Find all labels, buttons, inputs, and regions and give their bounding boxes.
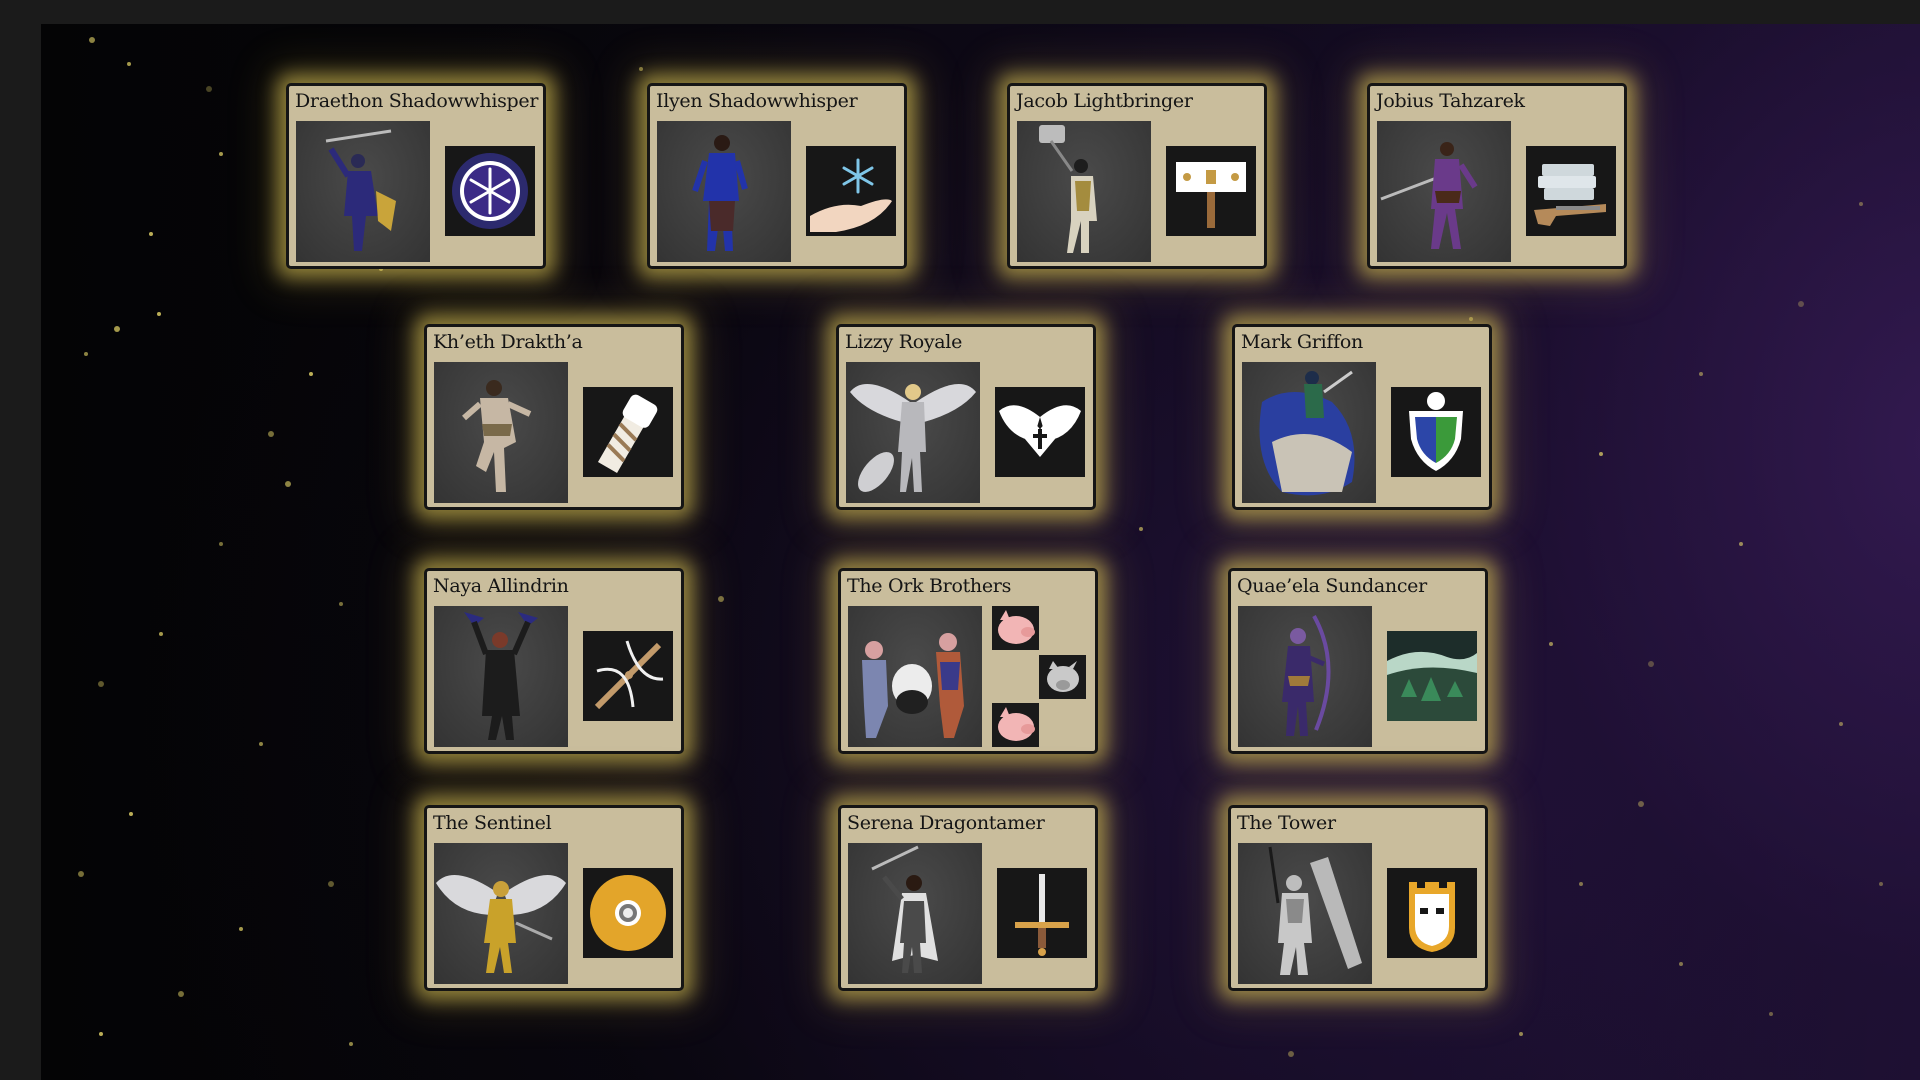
character-name: Ilyen Shadowwhisper <box>656 90 858 112</box>
golden-shield-disc-icon <box>583 868 673 958</box>
armored-swordsman-portrait <box>296 121 430 262</box>
crossbow-portrait <box>434 606 568 747</box>
character-name: Draethon Shadowwhisper <box>295 90 539 112</box>
books-and-musket-icon <box>1526 146 1616 236</box>
character-name: Serena Dragontamer <box>847 812 1045 834</box>
character-name: The Tower <box>1237 812 1336 834</box>
character-card[interactable]: Lizzy Royale <box>836 324 1096 510</box>
character-card[interactable]: Mark Griffon <box>1232 324 1492 510</box>
character-name: Jobius Tahzarek <box>1376 90 1525 112</box>
character-name: Naya Allindrin <box>433 575 569 597</box>
hand-snowflake-icon <box>806 146 896 236</box>
left-frame-bar <box>0 0 41 1080</box>
winged-paladin-portrait <box>846 362 980 503</box>
character-card[interactable]: Jobius Tahzarek <box>1367 83 1627 269</box>
character-name: Lizzy Royale <box>845 331 963 353</box>
character-name: The Sentinel <box>433 812 552 834</box>
winged-heart-cross-icon <box>995 387 1085 477</box>
griffon-rider-portrait <box>1242 362 1376 503</box>
archer-portrait <box>1238 606 1372 747</box>
blue-robed-portrait <box>657 121 791 262</box>
boar-head-icon <box>1039 655 1086 699</box>
character-name: Kh’eth Drakth’a <box>433 331 583 353</box>
character-card[interactable]: The Sentinel <box>424 805 684 991</box>
character-gallery: Draethon Shadowwhisper Ilyen Shadowwhisp… <box>41 24 1920 1080</box>
character-name: The Ork Brothers <box>847 575 1012 597</box>
pig-head-icon <box>992 703 1039 747</box>
warhammer-icon <box>1166 146 1256 236</box>
character-name: Quae’ela Sundancer <box>1237 575 1427 597</box>
swordswoman-portrait <box>848 843 982 984</box>
character-card[interactable]: The Tower <box>1228 805 1488 991</box>
greatsword-knight-portrait <box>1238 843 1372 984</box>
character-name: Mark Griffon <box>1241 331 1363 353</box>
character-card[interactable]: Ilyen Shadowwhisper <box>647 83 907 269</box>
wrapped-fist-icon <box>583 387 673 477</box>
pig-head-icon <box>992 606 1039 650</box>
upright-sword-icon <box>997 868 1087 958</box>
griffon-shield-icon <box>1391 387 1481 477</box>
rogue-portrait <box>1377 121 1511 262</box>
character-card[interactable]: Quae’ela Sundancer <box>1228 568 1488 754</box>
snowflake-circle-icon <box>445 146 535 236</box>
monk-portrait <box>434 362 568 503</box>
tower-helm-icon <box>1387 868 1477 958</box>
forest-landscape-icon <box>1387 631 1477 721</box>
hammer-knight-portrait <box>1017 121 1151 262</box>
character-card[interactable]: Kh’eth Drakth’a <box>424 324 684 510</box>
character-card[interactable]: The Ork Brothers <box>838 568 1098 754</box>
character-card[interactable]: Draethon Shadowwhisper <box>286 83 546 269</box>
crossbow-icon <box>583 631 673 721</box>
character-name: Jacob Lightbringer <box>1016 90 1193 112</box>
top-frame-bar <box>0 0 1920 24</box>
golden-angel-portrait <box>434 843 568 984</box>
character-card[interactable]: Jacob Lightbringer <box>1007 83 1267 269</box>
character-card[interactable]: Serena Dragontamer <box>838 805 1098 991</box>
ork-brothers-portrait <box>848 606 982 747</box>
character-card[interactable]: Naya Allindrin <box>424 568 684 754</box>
